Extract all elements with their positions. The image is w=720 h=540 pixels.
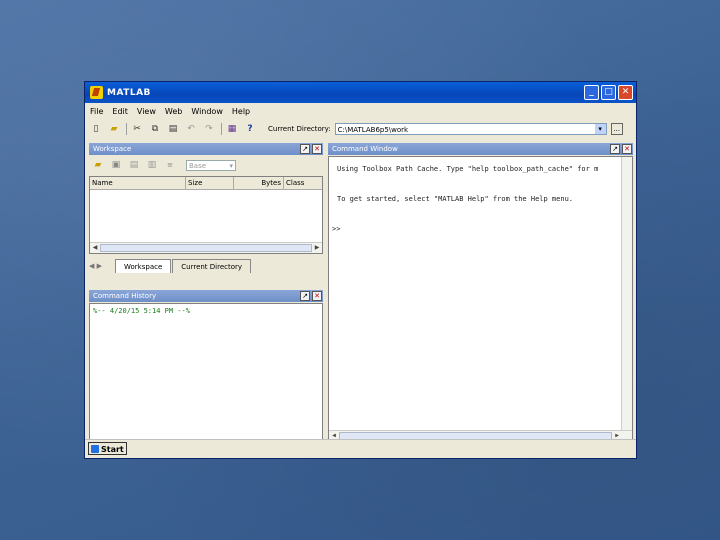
menu-bar: File Edit View Web Window Help [85, 103, 636, 119]
open-folder-icon[interactable]: ▰ [108, 123, 120, 135]
menu-web[interactable]: Web [165, 107, 182, 116]
command-window-panel: Command Window ↗ ✕ Using Toolbox Path Ca… [328, 143, 633, 442]
scroll-left-icon[interactable]: ◀ [91, 244, 99, 252]
stack-value: Base [189, 161, 207, 170]
column-header-size[interactable]: Size [186, 177, 234, 189]
close-icon[interactable]: ✕ [312, 291, 322, 301]
command-window-vertical-scrollbar[interactable] [621, 157, 632, 431]
new-file-icon[interactable]: ▯ [90, 123, 102, 135]
workspace-title-bar[interactable]: Workspace ↗ ✕ [89, 143, 323, 155]
workspace-table-header: Name Size Bytes Class [90, 177, 322, 190]
tab-workspace[interactable]: Workspace [115, 259, 172, 273]
menu-help[interactable]: Help [232, 107, 250, 116]
menu-view[interactable]: View [137, 107, 156, 116]
column-header-bytes[interactable]: Bytes [234, 177, 284, 189]
scroll-thumb[interactable] [100, 244, 312, 252]
workspace-title: Workspace [93, 145, 132, 153]
close-button[interactable]: ✕ [618, 85, 633, 100]
minimize-button[interactable]: _ [584, 85, 599, 100]
title-bar[interactable]: MATLAB _ □ ✕ [85, 82, 636, 103]
current-directory-value: C:\MATLAB6p5\work [337, 126, 409, 134]
column-header-name[interactable]: Name [90, 177, 186, 189]
redo-icon[interactable]: ↷ [203, 123, 215, 135]
command-window-title: Command Window [332, 145, 398, 153]
close-icon[interactable]: ✕ [622, 144, 632, 154]
start-label: Start [101, 445, 124, 454]
maximize-button[interactable]: □ [601, 85, 616, 100]
tab-scroll-arrows-icon[interactable]: ◀ ▶ [89, 259, 115, 273]
window-title: MATLAB [107, 87, 151, 98]
menu-edit[interactable]: Edit [112, 107, 128, 116]
stack-dropdown[interactable]: Base ▾ [186, 159, 236, 171]
toolbar-divider [126, 123, 127, 135]
command-history-panel: Command History ↗ ✕ %-- 4/20/15 5:14 PM … [89, 290, 323, 441]
command-history-list[interactable]: %-- 4/20/15 5:14 PM --% [89, 303, 323, 441]
workspace-table[interactable]: Name Size Bytes Class ◀ ▶ [89, 176, 323, 254]
column-header-class[interactable]: Class [284, 177, 322, 189]
current-directory-field[interactable]: C:\MATLAB6p5\work ▾ [334, 123, 607, 135]
workspace-horizontal-scrollbar[interactable]: ◀ ▶ [90, 242, 322, 253]
paste-icon[interactable]: ▤ [167, 123, 179, 135]
cut-icon[interactable]: ✂ [131, 123, 143, 135]
command-window-console[interactable]: Using Toolbox Path Cache. Type "help too… [328, 156, 633, 442]
matlab-window: MATLAB _ □ ✕ File Edit View Web Window H… [84, 81, 637, 459]
workspace-toolbar: ▰ ▣ ▤ ▥ ≡ Base ▾ [89, 156, 326, 174]
undock-icon[interactable]: ↗ [300, 291, 310, 301]
copy-icon[interactable]: ⧉ [149, 123, 161, 135]
command-history-title-bar[interactable]: Command History ↗ ✕ [89, 290, 323, 302]
main-toolbar: ▯ ▰ ✂ ⧉ ▤ ↶ ↷ ▦ ? Current Directory: C:\… [85, 120, 636, 138]
stack-icon: ≡ [167, 161, 173, 169]
toolbar-divider [221, 123, 222, 135]
help-icon[interactable]: ? [244, 123, 256, 135]
start-icon [91, 445, 99, 453]
browse-directory-button[interactable]: ... [610, 123, 623, 135]
history-entry[interactable]: %-- 4/20/15 5:14 PM --% [93, 307, 319, 315]
open-folder-icon[interactable]: ▰ [92, 159, 104, 171]
matlab-logo-icon [90, 86, 103, 99]
menu-window[interactable]: Window [191, 107, 223, 116]
undock-icon[interactable]: ↗ [610, 144, 620, 154]
workspace-tab-strip: ◀ ▶ Workspace Current Directory [89, 257, 323, 273]
command-window-title-bar[interactable]: Command Window ↗ ✕ [328, 143, 633, 155]
workspace-panel: Workspace ↗ ✕ ▰ ▣ ▤ ▥ ≡ Base ▾ Name Size… [89, 143, 323, 283]
scroll-right-icon[interactable]: ▶ [313, 244, 321, 252]
array-editor-icon[interactable]: ▤ [128, 159, 140, 171]
undo-icon[interactable]: ↶ [185, 123, 197, 135]
delete-icon[interactable]: ▥ [146, 159, 158, 171]
start-bar: Start [85, 439, 636, 458]
current-directory-label: Current Directory: [268, 125, 331, 133]
chevron-down-icon[interactable]: ▾ [594, 124, 606, 134]
command-prompt[interactable]: >> [332, 225, 340, 233]
console-line: To get started, select "MATLAB Help" fro… [337, 195, 574, 203]
simulink-icon[interactable]: ▦ [226, 123, 238, 135]
chevron-down-icon: ▾ [229, 161, 233, 170]
tab-current-directory[interactable]: Current Directory [172, 259, 252, 273]
console-line: Using Toolbox Path Cache. Type "help too… [337, 165, 599, 173]
command-history-title: Command History [93, 292, 157, 300]
close-icon[interactable]: ✕ [312, 144, 322, 154]
start-button[interactable]: Start [88, 442, 127, 455]
save-icon[interactable]: ▣ [110, 159, 122, 171]
menu-file[interactable]: File [90, 107, 103, 116]
undock-icon[interactable]: ↗ [300, 144, 310, 154]
